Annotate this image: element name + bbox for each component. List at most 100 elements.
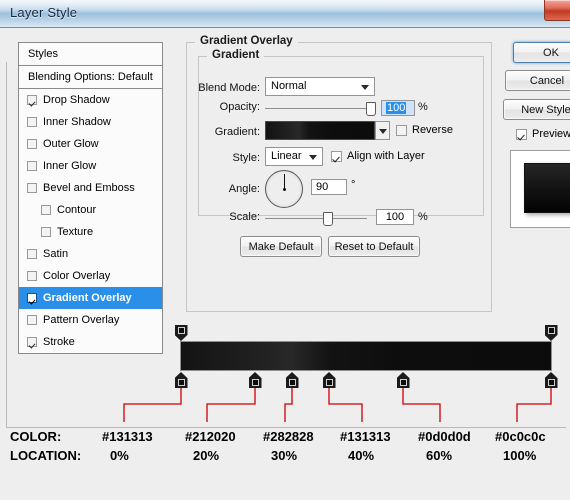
color-stop-2[interactable] — [285, 372, 299, 388]
style-row-label: Inner Shadow — [43, 116, 111, 128]
gradient-label: Gradient: — [214, 126, 260, 138]
style-row-label: Outer Glow — [43, 138, 99, 150]
make-default-button[interactable]: Make Default — [240, 236, 322, 257]
scale-value: 100 — [385, 211, 405, 223]
new-style-button[interactable]: New Style — [503, 99, 570, 120]
style-row-label: Contour — [57, 204, 97, 216]
color-stop-5[interactable] — [544, 372, 558, 388]
angle-dial[interactable] — [265, 170, 303, 208]
style-row-label: Bevel and Emboss — [43, 182, 135, 194]
checkbox-box[interactable] — [27, 161, 37, 171]
align-with-layer-checkbox[interactable]: Align with Layer — [331, 150, 425, 162]
checkbox-box — [516, 128, 527, 140]
gradient-subgroup-title: Gradient — [207, 49, 265, 61]
gradient-preset-dropdown[interactable] — [375, 121, 390, 140]
layer-style-dialog: Layer Style Styles Blending Options: Def… — [0, 0, 570, 500]
style-row-contour[interactable]: Contour — [19, 199, 162, 221]
style-row-outer-glow[interactable]: Outer Glow — [19, 133, 162, 155]
style-row-color-overlay[interactable]: Color Overlay — [19, 265, 162, 287]
opacity-value: 100 — [386, 102, 407, 114]
color-stop-3[interactable] — [322, 372, 336, 388]
opacity-slider-thumb[interactable] — [366, 102, 376, 116]
location-value-1: 20% — [193, 448, 220, 463]
checkbox-box[interactable] — [27, 337, 37, 347]
style-row-label: Drop Shadow — [43, 94, 110, 106]
blend-mode-value: Normal — [271, 80, 307, 92]
color-value-3: #131313 — [340, 429, 391, 444]
opacity-unit: % — [418, 101, 428, 113]
checkbox-box[interactable] — [27, 183, 37, 193]
location-row-label: LOCATION: — [10, 448, 82, 463]
opacity-label: Opacity: — [219, 101, 260, 113]
checkbox-box[interactable] — [27, 271, 37, 281]
style-row-satin[interactable]: Satin — [19, 243, 162, 265]
window-title: Layer Style — [10, 5, 78, 20]
location-value-5: 100% — [503, 448, 537, 463]
style-row-gradient-overlay[interactable]: Gradient Overlay — [19, 287, 162, 309]
location-value-2: 30% — [271, 448, 298, 463]
style-row-pattern-overlay[interactable]: Pattern Overlay — [19, 309, 162, 331]
gradient-overlay-group-title: Gradient Overlay — [195, 35, 298, 47]
checkbox-box[interactable] — [41, 227, 51, 237]
color-value-2: #282828 — [263, 429, 314, 444]
preview-checkbox[interactable]: Preview — [516, 128, 570, 140]
checkbox-box[interactable] — [41, 205, 51, 215]
stop-color-chip — [399, 379, 407, 386]
style-row-drop-shadow[interactable]: Drop Shadow — [19, 89, 162, 111]
cancel-button[interactable]: Cancel — [505, 70, 570, 91]
checkbox-box[interactable] — [27, 293, 37, 303]
checkbox-box[interactable] — [27, 315, 37, 325]
scale-input[interactable]: 100 — [376, 209, 414, 225]
location-value-3: 40% — [348, 448, 375, 463]
gradient-style-select[interactable]: Linear — [265, 147, 323, 166]
opacity-input[interactable]: 100 — [381, 100, 415, 116]
styles-list-panel: Styles Blending Options: Default Drop Sh… — [18, 42, 163, 354]
style-row-bevel-and-emboss[interactable]: Bevel and Emboss — [19, 177, 162, 199]
reverse-checkbox[interactable]: Reverse — [396, 124, 453, 136]
style-row-label: Pattern Overlay — [43, 314, 120, 326]
gradient-editor-bar[interactable] — [180, 341, 552, 371]
ok-button[interactable]: OK — [513, 42, 570, 63]
scale-slider-thumb[interactable] — [323, 212, 333, 226]
checkbox-box[interactable] — [27, 249, 37, 259]
title-bar: Layer Style — [0, 0, 570, 28]
reverse-label: Reverse — [412, 124, 453, 136]
opacity-stop-1[interactable] — [544, 325, 558, 341]
angle-hub — [282, 187, 286, 191]
reset-to-default-button[interactable]: Reset to Default — [328, 236, 420, 257]
align-with-layer-label: Align with Layer — [347, 150, 425, 162]
style-row-inner-glow[interactable]: Inner Glow — [19, 155, 162, 177]
blend-mode-select[interactable]: Normal — [265, 77, 375, 96]
stop-color-chip — [177, 379, 185, 386]
style-row-stroke[interactable]: Stroke — [19, 331, 162, 353]
close-icon[interactable] — [544, 0, 570, 21]
location-value-4: 60% — [426, 448, 453, 463]
color-stop-1[interactable] — [248, 372, 262, 388]
gradient-style-value: Linear — [271, 150, 302, 162]
blend-mode-label: Blend Mode: — [198, 82, 260, 94]
angle-input[interactable]: 90 — [311, 179, 347, 195]
style-rows-container: Drop Shadow Inner Shadow Outer Glow Inner G… — [19, 89, 162, 353]
gradient-swatch[interactable] — [265, 121, 375, 140]
chevron-down-icon — [379, 129, 387, 134]
blending-options-row[interactable]: Blending Options: Default — [19, 66, 162, 89]
scale-label: Scale: — [229, 211, 260, 223]
opacity-slider-track[interactable] — [265, 108, 375, 109]
checkbox-box — [331, 150, 342, 162]
checkbox-box[interactable] — [27, 117, 37, 127]
checkbox-box[interactable] — [27, 139, 37, 149]
preview-swatch — [524, 163, 570, 213]
opacity-stop-0[interactable] — [174, 325, 188, 341]
color-value-4: #0d0d0d — [418, 429, 471, 444]
checkbox-box[interactable] — [27, 95, 37, 105]
style-row-texture[interactable]: Texture — [19, 221, 162, 243]
style-row-label: Texture — [57, 226, 94, 238]
style-row-inner-shadow[interactable]: Inner Shadow — [19, 111, 162, 133]
scale-slider-track[interactable] — [265, 218, 367, 219]
style-row-label: Gradient Overlay — [43, 292, 132, 304]
color-stop-4[interactable] — [396, 372, 410, 388]
stop-color-chip — [288, 379, 296, 386]
color-stop-0[interactable] — [174, 372, 188, 388]
color-value-1: #212020 — [185, 429, 236, 444]
style-row-label: Inner Glow — [43, 160, 97, 172]
